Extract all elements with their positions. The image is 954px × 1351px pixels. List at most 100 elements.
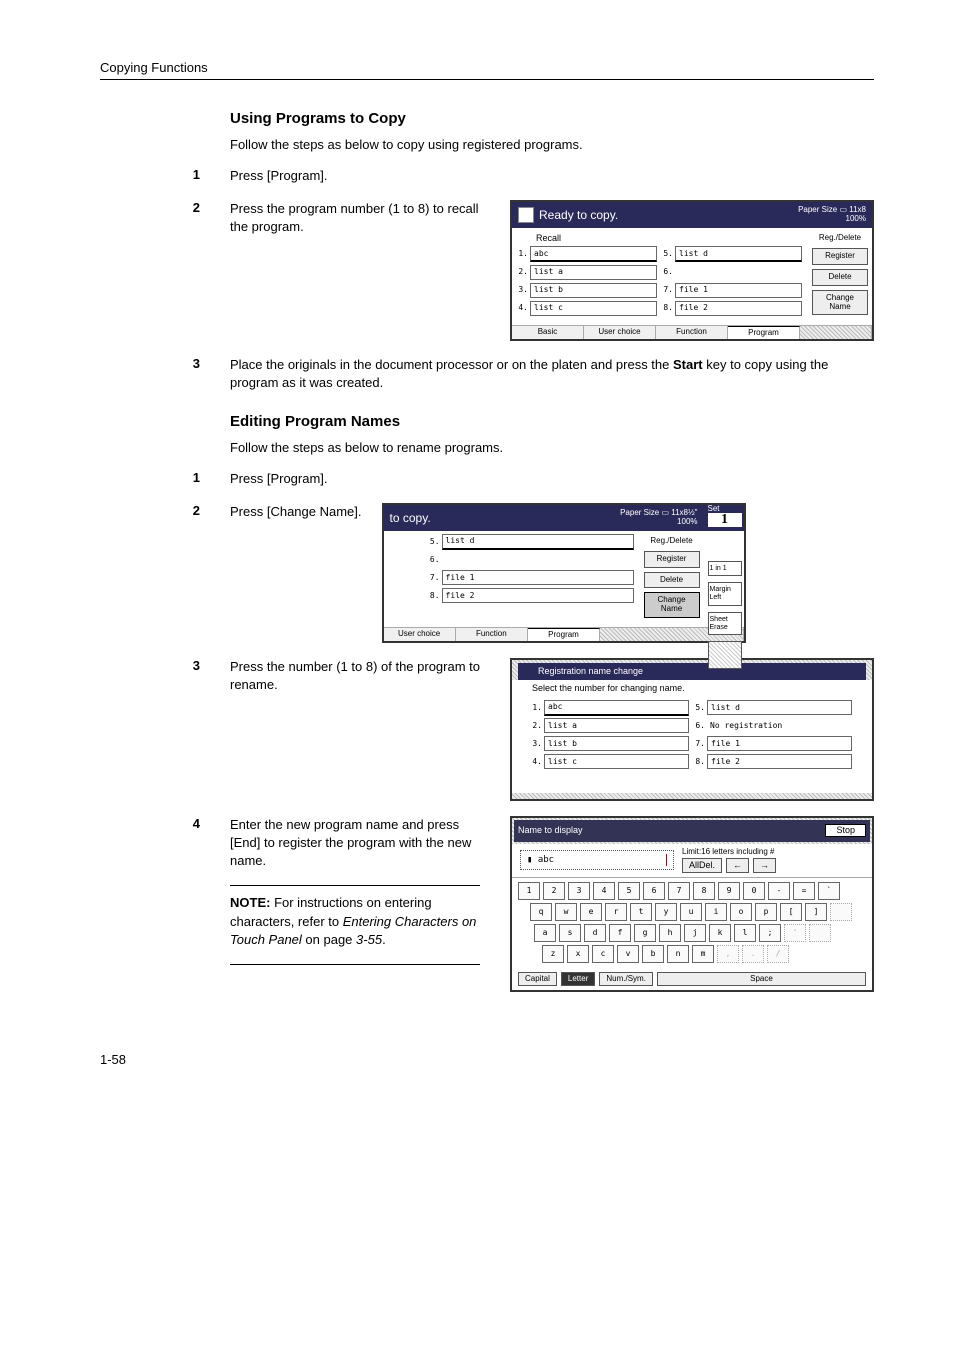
key-quote[interactable]: ' — [784, 924, 806, 942]
s3-prog-3[interactable]: list b — [544, 736, 689, 751]
key-equals[interactable]: = — [793, 882, 815, 900]
key-h[interactable]: h — [659, 924, 681, 942]
mode-num-sym[interactable]: Num./Sym. — [599, 972, 653, 986]
key-u[interactable]: u — [680, 903, 702, 921]
key-z[interactable]: z — [542, 945, 564, 963]
quick-margin-left[interactable]: Margin Left — [708, 582, 742, 605]
stop-button[interactable]: Stop — [825, 824, 866, 837]
s2-register-button[interactable]: Register — [644, 551, 700, 568]
s3-prog-8[interactable]: file 2 — [707, 754, 852, 769]
key-q[interactable]: q — [530, 903, 552, 921]
s3-prog-1[interactable]: abc — [544, 700, 689, 716]
key-5[interactable]: 5 — [618, 882, 640, 900]
key-a[interactable]: a — [534, 924, 556, 942]
key-8[interactable]: 8 — [693, 882, 715, 900]
key-4[interactable]: 4 — [593, 882, 615, 900]
quick-1in1[interactable]: 1 in 1 — [708, 561, 742, 577]
prog-3[interactable]: list b — [530, 283, 657, 298]
delete-button[interactable]: Delete — [812, 269, 868, 286]
tab-program[interactable]: Program — [728, 326, 800, 339]
key-6[interactable]: 6 — [643, 882, 665, 900]
key-s[interactable]: s — [559, 924, 581, 942]
key-i[interactable]: i — [705, 903, 727, 921]
prog-5[interactable]: list d — [675, 246, 802, 262]
key-g[interactable]: g — [634, 924, 656, 942]
screen2-title: to copy. — [390, 512, 431, 524]
step-2-text: Press the program number (1 to 8) to rec… — [230, 200, 490, 236]
key-e[interactable]: e — [580, 903, 602, 921]
register-button[interactable]: Register — [812, 248, 868, 265]
s2-reg-delete-label: Reg./Delete — [644, 535, 700, 547]
cursor-right-button[interactable]: → — [753, 858, 776, 873]
key-x[interactable]: x — [567, 945, 589, 963]
tab-user-choice[interactable]: User choice — [584, 326, 656, 339]
key-t[interactable]: t — [630, 903, 652, 921]
mode-space[interactable]: Space — [657, 972, 866, 986]
key-7[interactable]: 7 — [668, 882, 690, 900]
s2-tab-program[interactable]: Program — [528, 628, 600, 641]
cursor-left-button[interactable]: ← — [726, 858, 749, 873]
mode-capital[interactable]: Capital — [518, 972, 557, 986]
mode-letter[interactable]: Letter — [561, 972, 595, 986]
key-j[interactable]: j — [684, 924, 706, 942]
key-9[interactable]: 9 — [718, 882, 740, 900]
tab-basic[interactable]: Basic — [512, 326, 584, 339]
prog-7[interactable]: file 1 — [675, 283, 802, 298]
s2-prog-5[interactable]: list d — [442, 534, 634, 550]
prog-2[interactable]: list a — [530, 265, 657, 280]
prog-1[interactable]: abc — [530, 246, 657, 262]
s3-prog-4[interactable]: list c — [544, 754, 689, 769]
s2-tab-user-choice[interactable]: User choice — [384, 628, 456, 641]
key-lbracket[interactable]: [ — [780, 903, 802, 921]
screenshot-keyboard: Name to display Stop ▮ abc Limit:16 lett… — [510, 816, 874, 992]
key-slash[interactable]: / — [767, 945, 789, 963]
s3-prog-7[interactable]: file 1 — [707, 736, 852, 751]
key-comma[interactable]: , — [717, 945, 739, 963]
s2-delete-button[interactable]: Delete — [644, 572, 700, 589]
name-input[interactable]: ▮ abc — [520, 850, 674, 870]
alldel-button[interactable]: AllDel. — [682, 858, 722, 873]
s2-prog-8[interactable]: file 2 — [442, 588, 634, 603]
key-l[interactable]: l — [734, 924, 756, 942]
key-c[interactable]: c — [592, 945, 614, 963]
key-v[interactable]: v — [617, 945, 639, 963]
key-m[interactable]: m — [692, 945, 714, 963]
s2-tab-function[interactable]: Function — [456, 628, 528, 641]
key-o[interactable]: o — [730, 903, 752, 921]
key-semicolon[interactable]: ; — [759, 924, 781, 942]
key-backtick[interactable]: ` — [818, 882, 840, 900]
screenshot-change-name: to copy. Paper Size ▭ 11x8½" 100% Set 1 … — [382, 503, 746, 643]
key-n[interactable]: n — [667, 945, 689, 963]
change-name-button[interactable]: Change Name — [812, 290, 868, 316]
step-1-text: Press [Program]. — [230, 167, 870, 185]
key-y[interactable]: y — [655, 903, 677, 921]
step2-num-2: 2 — [100, 503, 230, 518]
key-period[interactable]: . — [742, 945, 764, 963]
key-f[interactable]: f — [609, 924, 631, 942]
note-text: NOTE: For instructions on entering chara… — [230, 894, 480, 949]
step2-num-3: 3 — [100, 658, 230, 673]
key-minus[interactable]: - — [768, 882, 790, 900]
key-w[interactable]: w — [555, 903, 577, 921]
tab-function[interactable]: Function — [656, 326, 728, 339]
s2-change-name-button[interactable]: Change Name — [644, 592, 700, 618]
key-rbracket[interactable]: ] — [805, 903, 827, 921]
prog-4[interactable]: list c — [530, 301, 657, 316]
prog-8[interactable]: file 2 — [675, 301, 802, 316]
quick-sheet-erase[interactable]: Sheet Erase — [708, 612, 742, 635]
key-1[interactable]: 1 — [518, 882, 540, 900]
s3-prog-2[interactable]: list a — [544, 718, 689, 733]
key-2[interactable]: 2 — [543, 882, 565, 900]
s2-prog-7[interactable]: file 1 — [442, 570, 634, 585]
key-0[interactable]: 0 — [743, 882, 765, 900]
key-b[interactable]: b — [642, 945, 664, 963]
key-r[interactable]: r — [605, 903, 627, 921]
screen1-zoom: 100% — [846, 214, 866, 223]
step-3-text: Place the originals in the document proc… — [230, 356, 870, 392]
key-p[interactable]: p — [755, 903, 777, 921]
key-k[interactable]: k — [709, 924, 731, 942]
s3-prog-5[interactable]: list d — [707, 700, 852, 715]
key-3[interactable]: 3 — [568, 882, 590, 900]
step2-4-text: Enter the new program name and press [En… — [230, 816, 490, 871]
key-d[interactable]: d — [584, 924, 606, 942]
